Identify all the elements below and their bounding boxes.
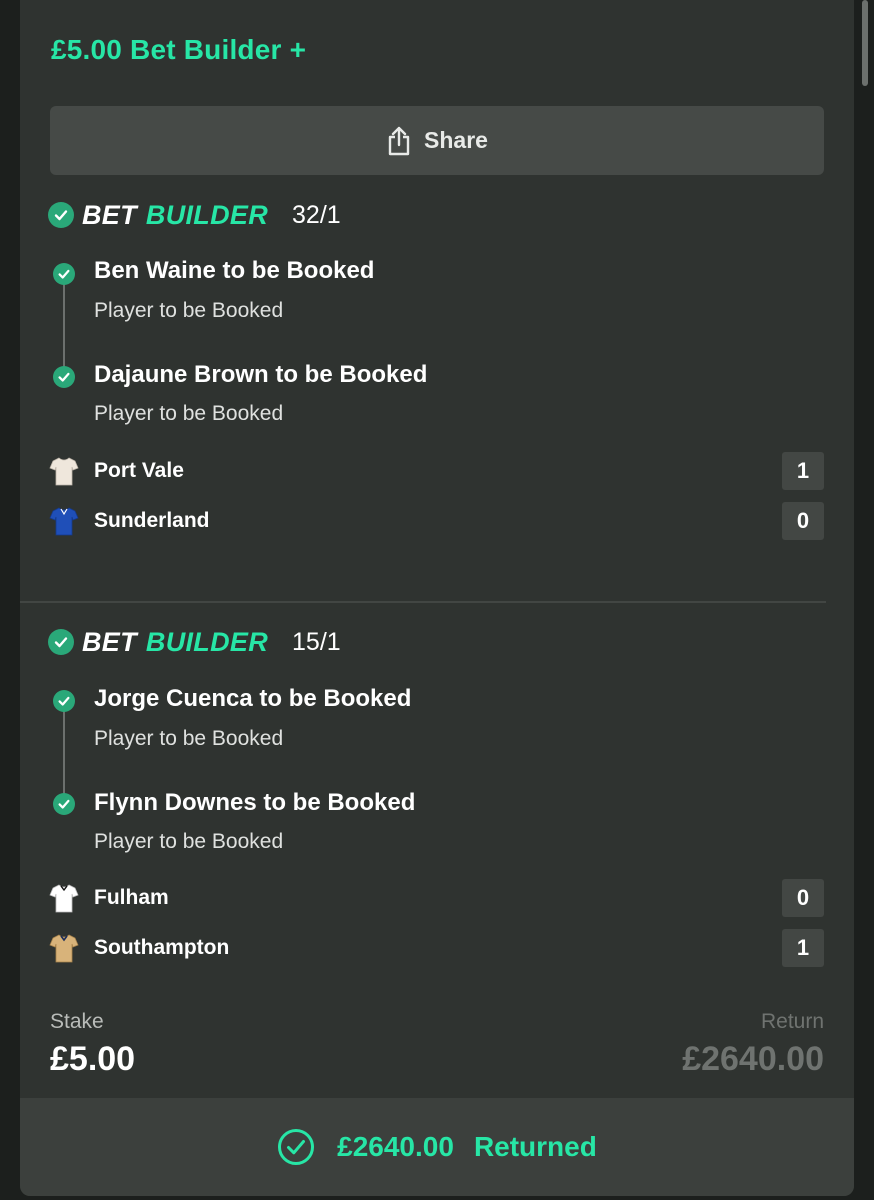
check-icon — [48, 629, 74, 655]
shirt-icon — [48, 882, 80, 914]
check-icon — [53, 793, 75, 815]
bet-card: £5.00 Bet Builder + Share BET BUILDER 32… — [20, 0, 854, 1196]
selection-title: Jorge Cuenca to be Booked — [94, 685, 412, 712]
leg-connector — [63, 701, 65, 803]
team-name: Fulham — [94, 886, 169, 909]
team-score: 0 — [782, 502, 824, 540]
selection-market: Player to be Booked — [94, 299, 284, 322]
shirt-icon — [48, 932, 80, 964]
check-icon — [53, 366, 75, 388]
check-icon — [48, 202, 74, 228]
section-divider — [20, 601, 826, 603]
selection-market: Player to be Booked — [94, 727, 284, 750]
stake-label: Stake — [50, 1010, 104, 1033]
section-header: BET BUILDER 32/1 — [48, 199, 341, 231]
share-icon — [386, 126, 412, 156]
team-row: Fulham 0 — [48, 878, 824, 918]
selection-title: Flynn Downes to be Booked — [94, 789, 416, 816]
bet-tag: BET — [82, 626, 137, 657]
team-name: Southampton — [94, 936, 230, 959]
section-header: BET BUILDER 15/1 — [48, 626, 341, 658]
selection-title: Ben Waine to be Booked — [94, 257, 375, 284]
team-row: Southampton 1 — [48, 928, 824, 968]
check-icon — [53, 263, 75, 285]
returned-amount: £2640.00 — [337, 1131, 454, 1162]
bet-title: £5.00 Bet Builder + — [51, 34, 307, 65]
team-name: Port Vale — [94, 459, 184, 482]
selection-market: Player to be Booked — [94, 402, 284, 425]
share-label: Share — [424, 127, 488, 153]
team-score: 0 — [782, 879, 824, 917]
builder-tag: BUILDER — [145, 626, 269, 657]
check-circle-icon — [277, 1128, 315, 1166]
bet-tag: BET — [82, 199, 137, 230]
stake-value: £5.00 — [50, 1040, 136, 1078]
bet-builder-section: BET BUILDER 15/1 Jorge Cuenca to be Book… — [20, 626, 854, 986]
bet-builder-section: BET BUILDER 32/1 Ben Waine to be Booked … — [20, 199, 854, 559]
odds: 15/1 — [292, 627, 341, 656]
team-name: Sunderland — [94, 509, 210, 532]
return-value: £2640.00 — [682, 1040, 824, 1078]
team-row: Port Vale 1 — [48, 451, 824, 491]
builder-tag: BUILDER — [145, 199, 269, 230]
returned-status: Returned — [473, 1131, 597, 1162]
leg-connector — [63, 274, 65, 376]
team-row: Sunderland 0 — [48, 501, 824, 541]
shirt-icon — [48, 505, 80, 537]
returned-banner: £2640.00 Returned — [20, 1098, 854, 1196]
scrollbar[interactable] — [862, 0, 868, 86]
check-icon — [53, 690, 75, 712]
share-button[interactable]: Share — [50, 106, 824, 175]
shirt-icon — [48, 455, 80, 487]
return-label: Return — [760, 1010, 824, 1033]
odds: 32/1 — [292, 200, 341, 229]
team-score: 1 — [782, 929, 824, 967]
team-score: 1 — [782, 452, 824, 490]
selection-market: Player to be Booked — [94, 830, 284, 853]
selection-title: Dajaune Brown to be Booked — [94, 361, 428, 388]
